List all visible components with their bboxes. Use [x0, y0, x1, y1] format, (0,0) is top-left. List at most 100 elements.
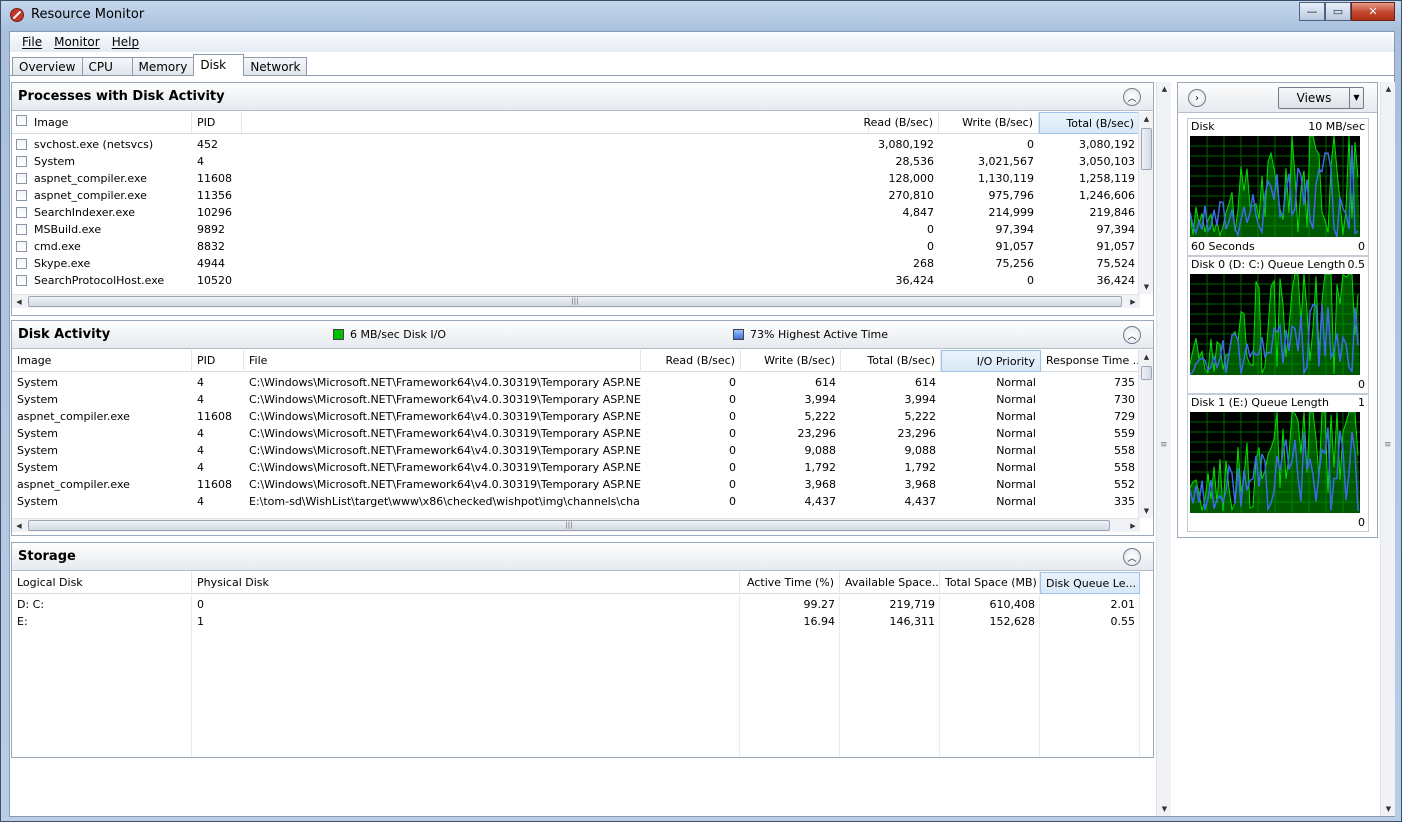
row-checkbox[interactable]	[16, 190, 27, 201]
menu-monitor[interactable]: Monitor	[48, 35, 106, 49]
col-total[interactable]: Total (B/sec)	[841, 350, 941, 372]
table-row[interactable]: System 4 C:\Windows\Microsoft.NET\Framewor…	[12, 459, 1140, 476]
col-active-time[interactable]: Active Time (%)	[740, 572, 840, 594]
table-row[interactable]: System 4 28,536 3,021,567 3,050,103	[12, 153, 1140, 170]
scroll-left-icon[interactable]: ◀	[12, 519, 26, 533]
scroll-thumb[interactable]: |||	[28, 296, 1122, 307]
minimize-button[interactable]: —	[1299, 2, 1325, 21]
title-bar[interactable]: Resource Monitor — ▭ ✕	[1, 1, 1401, 29]
col-write[interactable]: Write (B/sec)	[939, 112, 1039, 134]
col-logical-disk[interactable]: Logical Disk	[12, 572, 192, 594]
cell-write: 23,296	[797, 427, 837, 440]
tab-memory[interactable]: Memory	[131, 57, 195, 76]
col-disk-queue-length[interactable]: Disk Queue Le...	[1040, 572, 1140, 594]
col-pid[interactable]: PID	[192, 350, 244, 372]
storage-header[interactable]: Storage ︿	[12, 543, 1153, 571]
collapse-chevron-icon[interactable]: ︿	[1123, 88, 1141, 106]
table-row[interactable]: aspnet_compiler.exe 11608 C:\Windows\Micro…	[12, 476, 1140, 493]
col-response-time[interactable]: Response Time ...	[1041, 350, 1140, 372]
resource-monitor-window: Resource Monitor — ▭ ✕ File Monitor Help…	[0, 0, 1402, 822]
left-pane-vscroll[interactable]: ▲ ≡ ▼	[1156, 82, 1171, 816]
table-row[interactable]: aspnet_compiler.exe 11608 128,000 1,130,119…	[12, 170, 1140, 187]
scroll-up-icon[interactable]: ▲	[1157, 82, 1172, 96]
dropdown-arrow-icon[interactable]: ▼	[1349, 88, 1363, 108]
active-time-legend: 73% Highest Active Time	[733, 328, 888, 341]
close-button[interactable]: ✕	[1351, 2, 1395, 21]
col-available-space[interactable]: Available Space...	[840, 572, 940, 594]
table-row[interactable]: Skype.exe 4944 268 75,256 75,524	[12, 255, 1140, 272]
scroll-down-icon[interactable]: ▼	[1139, 504, 1154, 518]
disk-activity-vscroll[interactable]: ▲ ▼	[1138, 350, 1153, 518]
row-checkbox[interactable]	[16, 139, 27, 150]
scroll-up-icon[interactable]: ▲	[1381, 82, 1396, 96]
graphs-pane-vscroll[interactable]: ▲ ≡ ▼	[1380, 82, 1395, 816]
table-row[interactable]: System 4 C:\Windows\Microsoft.NET\Framewor…	[12, 391, 1140, 408]
scroll-up-icon[interactable]: ▲	[1139, 350, 1154, 364]
table-row[interactable]: aspnet_compiler.exe 11356 270,810 975,796 1,…	[12, 187, 1140, 204]
table-row[interactable]: System 4 C:\Windows\Microsoft.NET\Framewor…	[12, 425, 1140, 442]
table-row[interactable]: svchost.exe (netsvcs) 452 3,080,192 0 3,080,…	[12, 136, 1140, 153]
views-dropdown[interactable]: Views ▼	[1278, 87, 1364, 109]
col-physical-disk[interactable]: Physical Disk	[192, 572, 740, 594]
menu-help[interactable]: Help	[106, 35, 145, 49]
disk-activity-hscroll[interactable]: ◀ ||| ▶	[12, 518, 1140, 532]
expand-arrow-icon[interactable]: ›	[1188, 89, 1206, 107]
col-write[interactable]: Write (B/sec)	[741, 350, 841, 372]
maximize-button[interactable]: ▭	[1325, 2, 1351, 21]
table-row[interactable]: cmd.exe 8832 0 91,057 91,057	[12, 238, 1140, 255]
cell-read: 0	[927, 240, 934, 253]
cell-image: MSBuild.exe	[34, 223, 102, 236]
tab-overview[interactable]: Overview	[12, 57, 83, 76]
table-row[interactable]: System 4 C:\Windows\Microsoft.NET\Framewor…	[12, 442, 1140, 459]
table-row[interactable]: SearchIndexer.exe 10296 4,847 214,999 219,84…	[12, 204, 1140, 221]
processes-hscroll[interactable]: ◀ ||| ▶	[12, 294, 1140, 308]
table-row[interactable]: SearchProtocolHost.exe 10520 36,424 0 36,424	[12, 272, 1140, 289]
cell-pid: 4	[197, 376, 204, 389]
cell-write: 3,994	[804, 393, 837, 406]
col-total-space[interactable]: Total Space (MB)	[940, 572, 1040, 594]
row-checkbox[interactable]	[16, 241, 27, 252]
collapse-chevron-icon[interactable]: ︿	[1123, 326, 1141, 344]
menu-file[interactable]: File	[16, 35, 48, 49]
scroll-down-icon[interactable]: ▼	[1139, 280, 1154, 294]
processes-header[interactable]: Processes with Disk Activity ︿	[12, 83, 1153, 111]
row-checkbox[interactable]	[16, 224, 27, 235]
tab-disk[interactable]: Disk	[193, 54, 245, 76]
processes-vscroll[interactable]: ▲ ▼	[1138, 112, 1153, 294]
select-all-checkbox[interactable]	[16, 115, 27, 126]
col-read[interactable]: Read (B/sec)	[641, 350, 741, 372]
table-row[interactable]: aspnet_compiler.exe 11608 C:\Windows\Micro…	[12, 408, 1140, 425]
scroll-thumb[interactable]	[1141, 128, 1152, 170]
tab-network[interactable]: Network	[243, 57, 308, 76]
scroll-right-icon[interactable]: ▶	[1126, 295, 1140, 309]
scroll-thumb[interactable]: |||	[28, 520, 1110, 531]
table-row[interactable]: E: 1 16.94 146,311 152,628 0.55	[12, 613, 1140, 630]
col-pid[interactable]: PID	[192, 112, 242, 134]
disk1-queue-graph-box: Disk 1 (E:) Queue Length 1 0	[1187, 394, 1369, 532]
col-io-priority[interactable]: I/O Priority	[941, 350, 1041, 372]
scroll-up-icon[interactable]: ▲	[1139, 112, 1154, 126]
col-read[interactable]: Read (B/sec)	[839, 112, 939, 134]
cell-file: C:\Windows\Microsoft.NET\Framework64\v4.…	[249, 410, 641, 423]
scroll-left-icon[interactable]: ◀	[12, 295, 26, 309]
tab-cpu[interactable]: CPU	[81, 57, 133, 76]
table-row[interactable]: D: C: 0 99.27 219,719 610,408 2.01	[12, 596, 1140, 613]
scroll-down-icon[interactable]: ▼	[1157, 802, 1172, 816]
table-row[interactable]: System 4 C:\Windows\Microsoft.NET\Framewor…	[12, 374, 1140, 391]
disk-activity-header[interactable]: Disk Activity 6 MB/sec Disk I/O 73% High…	[12, 321, 1153, 349]
row-checkbox[interactable]	[16, 156, 27, 167]
row-checkbox[interactable]	[16, 207, 27, 218]
col-image[interactable]: Image	[12, 112, 192, 134]
row-checkbox[interactable]	[16, 258, 27, 269]
col-total[interactable]: Total (B/sec)	[1039, 112, 1140, 134]
table-row[interactable]: System 4 E:\tom-sd\WishList\target\www\x86…	[12, 493, 1140, 510]
scroll-down-icon[interactable]: ▼	[1381, 802, 1396, 816]
row-checkbox[interactable]	[16, 275, 27, 286]
scroll-right-icon[interactable]: ▶	[1126, 519, 1140, 533]
collapse-chevron-icon[interactable]: ︿	[1123, 548, 1141, 566]
scroll-thumb[interactable]	[1141, 366, 1152, 380]
table-row[interactable]: MSBuild.exe 9892 0 97,394 97,394	[12, 221, 1140, 238]
col-file[interactable]: File	[244, 350, 641, 372]
col-image[interactable]: Image	[12, 350, 192, 372]
row-checkbox[interactable]	[16, 173, 27, 184]
